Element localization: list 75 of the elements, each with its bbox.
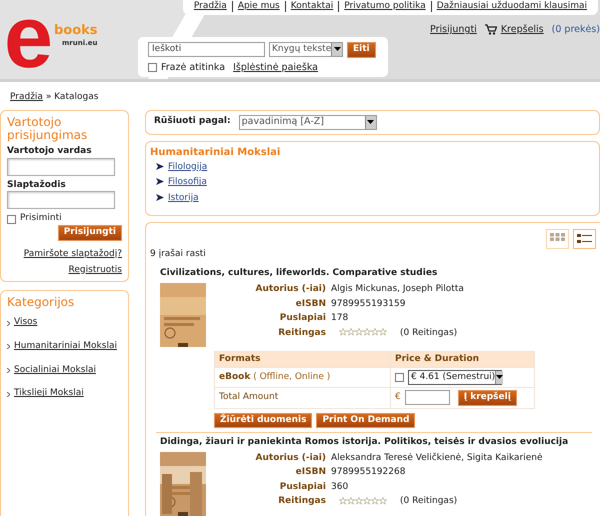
format-name: eBook: [219, 372, 250, 382]
cart-count: (0 prekės): [552, 24, 600, 36]
chevron-icon: [7, 344, 10, 350]
field-label: Reitingas: [277, 326, 326, 340]
field-label: Puslapiai: [278, 480, 326, 494]
field-value: 178: [331, 312, 348, 326]
advanced-search-link[interactable]: Išplėstinė paieška: [233, 62, 318, 74]
field-label: Autorius (-iai): [254, 452, 326, 465]
category-link[interactable]: Tikslieji Mokslai: [14, 388, 84, 400]
price-select[interactable]: € 4.61 (Semestrui): [408, 370, 502, 385]
panel-title: Vartotojo prisijungimas: [7, 116, 88, 142]
rating-count: (0 Reitingas): [400, 495, 458, 508]
nav-link[interactable]: Pradžia: [188, 1, 232, 12]
logo-mark[interactable]: e: [4, 2, 53, 72]
field-label: Autorius (-iai): [254, 283, 326, 296]
register-link[interactable]: Registruotis: [68, 264, 122, 274]
panel-title: Kategorijos: [7, 296, 76, 310]
field-value: 9789955193159: [331, 298, 406, 311]
book-title[interactable]: Didinga, žiauri ir paniekinta Romos istorija. Politikos, teisės ir dvasios evoliucija: [160, 437, 600, 449]
category-link[interactable]: Humanitariniai Mokslai: [14, 341, 117, 353]
list-view-icon[interactable]: [573, 228, 596, 249]
subcategory-link[interactable]: Filologija: [168, 162, 208, 174]
category-link[interactable]: Socialiniai Mokslai: [14, 364, 96, 376]
field-value: Aleksandra Teresė Veličkienė, Sigita Kaikarienė: [331, 452, 543, 465]
rating-count: (0 Reitingas): [400, 326, 458, 340]
format-detail: ( Offline, Online ): [253, 372, 330, 382]
field-value: 360: [331, 480, 348, 494]
forgot-password-link[interactable]: Pamiršote slaptažodį?: [24, 248, 122, 259]
cart-link[interactable]: Krepšelis: [500, 24, 544, 36]
field-label: eISBN: [294, 466, 326, 480]
column-header: Price & Duration: [390, 352, 534, 368]
chevron-icon: [7, 320, 10, 326]
category-link[interactable]: Visos: [14, 317, 38, 330]
checkbox-label: Prisiminti: [20, 213, 62, 226]
sort-select[interactable]: pavadinimą [A-Z]: [238, 114, 377, 130]
column-header: Formats: [214, 352, 390, 368]
cart-icon[interactable]: [484, 24, 497, 36]
action-button[interactable]: Print On Demand: [316, 412, 416, 428]
login-button[interactable]: Prisijungti: [58, 225, 122, 241]
field-label: eISBN: [294, 298, 326, 311]
sort-label: Rūšiuoti pagal:: [154, 116, 231, 128]
currency-label: €: [395, 392, 401, 404]
panel-title: Humanitariniai Mokslai: [150, 146, 282, 158]
table-cell: Total Amount: [214, 387, 390, 408]
book-title[interactable]: Civilizations, cultures, lifeworlds. Comparative studies: [160, 268, 600, 280]
checkbox[interactable]: [148, 63, 157, 72]
field-value: Algis Mickunas, Joseph Pilotta: [331, 283, 464, 296]
chevron-icon: [7, 392, 10, 397]
search-scope-select[interactable]: Knygų tekste: [269, 42, 343, 58]
breadcrumb-current: » Katalogas: [46, 92, 98, 102]
field-label: Slaptažodis: [7, 180, 67, 192]
nav-link[interactable]: Dažniausiai užduodami klausimai: [430, 1, 592, 12]
nav-link[interactable]: Apie mus: [232, 1, 285, 12]
amount-field[interactable]: [404, 390, 450, 406]
password-field[interactable]: [7, 191, 115, 210]
field-label: Reitingas: [277, 495, 326, 508]
field-label: Puslapiai: [278, 312, 326, 326]
checkbox[interactable]: [7, 214, 16, 224]
subcategory-link[interactable]: Istorija: [168, 193, 199, 205]
login-link[interactable]: Prisijungti: [430, 24, 477, 36]
action-button[interactable]: Žiūrėti duomenis: [214, 412, 312, 428]
search-button[interactable]: Eiti: [347, 42, 376, 58]
field-label: Vartotojo vardas: [7, 146, 93, 158]
nav-link[interactable]: Privatumo politika: [338, 1, 431, 12]
breadcrumb-link[interactable]: Pradžia: [10, 92, 43, 102]
checkbox[interactable]: [395, 372, 404, 382]
username-field[interactable]: [7, 158, 115, 176]
chevron-icon: [7, 368, 10, 374]
nav-link[interactable]: Kontaktai: [284, 1, 338, 12]
search-field[interactable]: Ieškoti: [148, 42, 265, 58]
field-value: 9789955192268: [331, 466, 406, 480]
results-count: 9 įrašai rasti: [150, 248, 207, 260]
add-to-cart-button[interactable]: Į krepšelį: [458, 390, 517, 406]
checkbox-label: Frazė atitinka: [161, 62, 226, 74]
subcategory-link[interactable]: Filosofija: [168, 177, 207, 190]
